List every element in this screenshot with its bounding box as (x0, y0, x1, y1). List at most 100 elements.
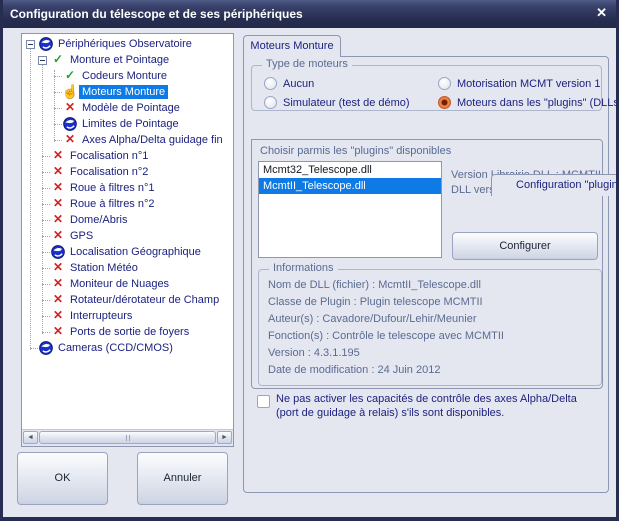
tree-horizontal-scrollbar[interactable]: ◄ ► (22, 429, 233, 446)
tree-item[interactable]: ✕GPS (22, 228, 233, 244)
radio-icon[interactable] (438, 77, 451, 90)
radio-option[interactable]: Motorisation MCMT version 1 (438, 74, 619, 93)
tree-item[interactable]: ✕Ports de sortie de foyers (22, 324, 233, 340)
tree-item[interactable]: ✕Axes Alpha/Delta guidage fin (22, 132, 233, 148)
tree-item[interactable]: ✕Rotateur/dérotateur de Champ (22, 292, 233, 308)
info-line: Nom de DLL (fichier) : McmtII_Telescope.… (268, 277, 595, 294)
tree-connector-stub (42, 204, 50, 205)
radio-option[interactable]: Aucun (264, 74, 438, 93)
info-line: Fonction(s) : Contrôle le telescope avec… (268, 328, 595, 345)
tree-item[interactable]: ✕Modèle de Pointage (22, 100, 233, 116)
configure-button[interactable]: Configurer (452, 232, 598, 260)
cross-icon: ✕ (50, 308, 66, 324)
tree-connector-stub (54, 76, 62, 77)
cross-icon: ✕ (62, 100, 78, 116)
tree-item[interactable]: ✓Codeurs Monture (22, 68, 233, 84)
tree-connector-stub (42, 300, 50, 301)
tree-item-label: Modèle de Pointage (79, 101, 183, 115)
tree-item-label: Interrupteurs (67, 309, 135, 323)
informations-caption: Informations (269, 262, 338, 274)
info-line: Classe de Plugin : Plugin telescope MCMT… (268, 294, 595, 311)
list-item[interactable]: McmtII_Telescope.dll (259, 178, 441, 194)
tree-item[interactable]: ✕Moniteur de Nuages (22, 276, 233, 292)
tree-item-label: Axes Alpha/Delta guidage fin (79, 133, 226, 147)
tree-connector-stub (42, 316, 50, 317)
tree-item[interactable]: ✕Dome/Abris (22, 212, 233, 228)
tree-connector-stub (42, 332, 50, 333)
device-tree-panel: Périphériques Observatoire✓Monture et Po… (21, 33, 234, 447)
tree-item-label: Cameras (CCD/CMOS) (55, 341, 176, 355)
tree-connector-stub (42, 220, 50, 221)
check-icon: ✓ (62, 68, 78, 84)
radio-label: Simulateur (test de démo) (283, 97, 410, 109)
globe-icon (38, 340, 54, 356)
plugin-listbox[interactable]: Mcmt32_Telescope.dllMcmtII_Telescope.dll (258, 161, 442, 258)
radio-label: Aucun (283, 78, 314, 90)
tree-item[interactable]: ☝Moteurs Monture (22, 84, 233, 100)
globe-icon (62, 116, 78, 132)
tree-item[interactable]: ✕Focalisation n°1 (22, 148, 233, 164)
moteurs-monture-panel: Type de moteurs Aucun Simulateur (test de… (243, 56, 609, 493)
tree-item[interactable]: Limites de Pointage (22, 116, 233, 132)
cross-icon: ✕ (50, 164, 66, 180)
tree-item-label: Focalisation n°1 (67, 149, 151, 163)
tree-connector-stub (42, 172, 50, 173)
list-item[interactable]: Mcmt32_Telescope.dll (259, 162, 441, 178)
tree-connector-stub (42, 284, 50, 285)
cross-icon: ✕ (50, 260, 66, 276)
cancel-button[interactable]: Annuler (137, 452, 228, 505)
cross-icon: ✕ (50, 276, 66, 292)
scrollbar-thumb[interactable] (39, 431, 216, 444)
tree-item[interactable]: ✓Monture et Pointage (22, 52, 233, 68)
guidance-checkbox-label: Ne pas activer les capacités de contrôle… (276, 392, 597, 420)
informations-lines: Nom de DLL (fichier) : McmtII_Telescope.… (268, 277, 595, 379)
tree-item[interactable]: ✕Roue à filtres n°1 (22, 180, 233, 196)
cross-icon: ✕ (50, 148, 66, 164)
globe-icon (38, 36, 54, 52)
tree-item-label: Monture et Pointage (67, 53, 172, 67)
scroll-right-icon[interactable]: ► (217, 431, 232, 444)
tree-item-label: Dome/Abris (67, 213, 130, 227)
globe-icon (50, 244, 66, 260)
radio-option[interactable]: Moteurs dans les "plugins" (DLLs) (438, 93, 619, 112)
tree-connector-stub (42, 268, 50, 269)
radio-icon[interactable] (264, 77, 277, 90)
radio-label: Moteurs dans les "plugins" (DLLs) (457, 97, 619, 109)
guidance-checkbox[interactable] (257, 395, 270, 408)
tree-item-label: Rotateur/dérotateur de Champ (67, 293, 222, 307)
collapse-icon[interactable] (38, 56, 47, 65)
tree-item-label: Station Météo (67, 261, 141, 275)
tree-connector-stub (42, 188, 50, 189)
tree-item[interactable]: Cameras (CCD/CMOS) (22, 340, 233, 356)
informations-groupbox: Informations Nom de DLL (fichier) : Mcmt… (258, 269, 602, 386)
close-icon[interactable]: ✕ (596, 0, 607, 28)
cross-icon: ✕ (50, 228, 66, 244)
collapse-icon[interactable] (26, 40, 35, 49)
tree-item[interactable]: ✕Station Météo (22, 260, 233, 276)
tree-item[interactable]: ✕Interrupteurs (22, 308, 233, 324)
radio-option[interactable]: Simulateur (test de démo) (264, 93, 438, 112)
radio-icon[interactable] (264, 96, 277, 109)
type-moteurs-caption: Type de moteurs (262, 58, 352, 70)
info-line: Version : 4.3.1.195 (268, 345, 595, 362)
tree-item[interactable]: Localisation Géographique (22, 244, 233, 260)
title-bar[interactable]: Configuration du télescope et de ses pér… (0, 0, 619, 28)
tree-item[interactable]: ✕Focalisation n°2 (22, 164, 233, 180)
tree-item-label: Roue à filtres n°1 (67, 181, 158, 195)
tree-connector-stub (42, 252, 50, 253)
hand-icon: ☝ (62, 84, 78, 100)
tree-item[interactable]: Périphériques Observatoire (22, 36, 233, 52)
scroll-left-icon[interactable]: ◄ (23, 431, 38, 444)
ok-button[interactable]: OK (17, 452, 108, 505)
tree-connector-stub (54, 140, 62, 141)
tree-item[interactable]: ✕Roue à filtres n°2 (22, 196, 233, 212)
radio-icon[interactable] (438, 96, 451, 109)
tree-connector-stub (54, 108, 62, 109)
tab-moteurs-monture-label: Moteurs Monture (250, 40, 333, 52)
tab-configuration-plugin-dll[interactable]: Configuration "plugin" DLL (491, 174, 619, 196)
window-title: Configuration du télescope et de ses pér… (10, 7, 303, 21)
tab-moteurs-monture[interactable]: Moteurs Monture (243, 35, 341, 57)
tree-item-label: Périphériques Observatoire (55, 37, 195, 51)
tree-connector-stub (54, 92, 62, 93)
tree-item-label: Focalisation n°2 (67, 165, 151, 179)
